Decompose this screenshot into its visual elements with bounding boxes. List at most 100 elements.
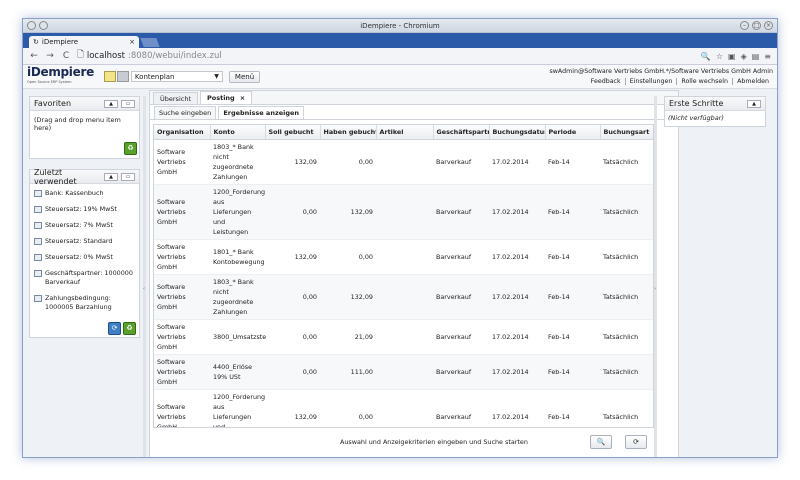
table-cell (376, 354, 433, 390)
minimize-icon[interactable]: – (740, 21, 749, 30)
left-sidebar: Favoriten ▲ ▭ (Drag and drop menu item he… (29, 96, 140, 348)
table-row[interactable]: Software Vertriebs GmbH 1200_Forderung au… (154, 389, 653, 427)
maximize-panel-icon[interactable]: ▭ (121, 172, 135, 181)
reload-button[interactable]: C (61, 51, 71, 61)
app-header: iDempiere Open Source ERP System Kontenp… (23, 65, 777, 89)
extension-icon[interactable]: ▣ (728, 52, 736, 61)
table-row[interactable]: Software Vertriebs GmbH 1803_* Bank nicht… (154, 274, 653, 320)
new-tab-button[interactable] (140, 38, 160, 47)
table-cell (376, 139, 433, 185)
collapse-icon[interactable]: ▲ (104, 172, 118, 181)
menu-icon[interactable]: ≡ (764, 52, 771, 61)
splitter-grip-icon[interactable]: ‹ (143, 286, 146, 292)
favorites-panel: Favoriten ▲ ▭ (Drag and drop menu item he… (29, 96, 140, 159)
forward-button[interactable]: → (45, 51, 55, 61)
recent-item[interactable]: Zahlungsbedingung: 1000005 Barzahlung (34, 294, 135, 312)
table-cell: Feb-14 (545, 239, 600, 275)
table-cell: Software Vertriebs GmbH (154, 354, 210, 390)
column-header[interactable]: Soll gebucht (265, 125, 321, 140)
app-logo: iDempiere Open Source ERP System (27, 66, 94, 87)
tab-posting[interactable]: Posting × (200, 91, 253, 104)
browser-tabstrip: ↻ iDempiere × (23, 33, 777, 48)
window-icon (34, 222, 42, 229)
column-header[interactable]: Artikel (376, 125, 434, 140)
recent-item[interactable]: Bank: Kassenbuch (34, 189, 135, 198)
menu-lookup[interactable]: Kontenplan ▼ (130, 71, 223, 82)
feedback-link[interactable]: Feedback (587, 78, 625, 85)
table-cell: Tatsächlich (600, 274, 653, 320)
table-row[interactable]: Software Vertriebs GmbH 1801_* Bank Konto… (154, 239, 653, 275)
window-menu-icon[interactable] (27, 21, 36, 30)
left-splitter[interactable]: ‹ (143, 96, 146, 457)
column-header[interactable]: Geschäftspartne (433, 125, 490, 140)
table-cell: Tatsächlich (600, 139, 653, 185)
extension-icon-3[interactable]: ▤ (752, 52, 760, 61)
getting-started-body: (Nicht verfügbar) (668, 114, 724, 122)
grid-footer: Auswahl und Anzeigekriterien eingeben un… (153, 431, 654, 457)
tab-search[interactable]: Suche eingeben (154, 106, 217, 119)
close-tab-icon[interactable]: × (129, 38, 135, 46)
table-row[interactable]: Software Vertriebs GmbH 3800_Umsatzste 0,0… (154, 319, 653, 355)
table-cell (376, 389, 433, 427)
menu-lookup-value: Kontenplan (134, 72, 175, 81)
table-cell: 132,09 (265, 239, 320, 275)
back-button[interactable]: ← (29, 51, 39, 61)
results-grid: Organisation Konto Soll gebucht Haben ge… (153, 124, 654, 428)
maximize-icon[interactable]: □ (752, 21, 761, 30)
close-tab-icon[interactable]: × (240, 94, 245, 102)
column-header[interactable]: Konto (210, 125, 266, 140)
column-header[interactable]: Haben gebucht (320, 125, 377, 140)
close-window-icon[interactable]: × (764, 21, 773, 30)
star-icon[interactable]: ☆ (716, 52, 723, 61)
table-cell: Software Vertriebs GmbH (154, 389, 210, 427)
user-name: swAdmin@Software Vertriebs GmbH.*/Softwa… (549, 68, 773, 75)
table-cell: 0,00 (320, 239, 376, 275)
recycle-bin-icon[interactable]: ♻ (124, 142, 137, 155)
browser-tab[interactable]: ↻ iDempiere × (29, 36, 139, 48)
refresh-icon[interactable]: ⟳ (108, 322, 121, 335)
tab-overview[interactable]: Übersicht (153, 92, 198, 104)
maximize-panel-icon[interactable]: ▭ (121, 99, 135, 108)
window-tabs: Übersicht Posting × ︽ (150, 91, 678, 105)
recent-item-label: Zahlungsbedingung: 1000005 Barzahlung (45, 294, 112, 311)
column-header[interactable]: Organisation (154, 125, 211, 140)
recycle-bin-icon[interactable]: ♻ (123, 322, 136, 335)
recent-item[interactable]: Steuersatz: 7% MwSt (34, 221, 135, 230)
menu-button[interactable]: Menü (228, 70, 261, 83)
browser-window: iDempiere - Chromium – □ × ↻ iDempiere ×… (22, 18, 778, 458)
column-header[interactable]: Buchungsdatum (489, 125, 546, 140)
url-field[interactable]: 🗋 localhost:8080/webui/index.zul (77, 49, 695, 63)
collapse-icon[interactable]: ▲ (747, 99, 761, 108)
table-row[interactable]: Software Vertriebs GmbH 4400_Erlöse 19% U… (154, 354, 653, 390)
chevron-down-icon[interactable]: ▼ (214, 73, 219, 80)
preferences-link[interactable]: Einstellungen (624, 78, 677, 85)
recent-item[interactable]: Steuersatz: 0% MwSt (34, 253, 135, 262)
refresh-query-button[interactable]: ⟳ (625, 435, 647, 449)
grid-header-row: Organisation Konto Soll gebucht Haben ge… (154, 125, 653, 140)
table-cell: Tatsächlich (600, 184, 653, 240)
folder-icon[interactable] (103, 71, 116, 82)
table-cell: Barverkauf (433, 274, 489, 320)
recent-item[interactable]: Geschäftspartner: 1000000 Barverkauf (34, 269, 135, 287)
logout-link[interactable]: Abmelden (732, 78, 773, 85)
os-titlebar: iDempiere - Chromium – □ × (23, 19, 777, 33)
zoom-document-button[interactable]: 🔍 (590, 435, 612, 449)
column-header[interactable]: Buchungsart (600, 125, 653, 140)
zoom-icon[interactable]: 🔍 (701, 52, 711, 61)
collapse-icon[interactable]: ▲ (104, 99, 118, 108)
recent-item[interactable]: Steuersatz: 19% MwSt (34, 205, 135, 214)
recent-item[interactable]: Steuersatz: Standard (34, 237, 135, 246)
table-cell: 132,09 (320, 274, 376, 320)
right-splitter[interactable]: › (654, 96, 657, 457)
table-cell: 0,00 (320, 139, 376, 185)
splitter-grip-icon[interactable]: › (654, 286, 657, 292)
column-header[interactable]: Periode (545, 125, 601, 140)
window-icon[interactable] (116, 71, 129, 82)
table-row[interactable]: Software Vertriebs GmbH 1200_Forderung au… (154, 184, 653, 240)
table-row[interactable]: Software Vertriebs GmbH 1803_* Bank nicht… (154, 139, 653, 185)
tab-results[interactable]: Ergebnisse anzeigen (218, 106, 305, 119)
table-cell: 1200_Forderung aus Lieferungen und Leist… (210, 389, 265, 427)
change-role-link[interactable]: Rolle wechseln (676, 78, 732, 85)
extension-icon-2[interactable]: ◈ (741, 52, 747, 61)
window-pin-icon[interactable] (39, 21, 48, 30)
